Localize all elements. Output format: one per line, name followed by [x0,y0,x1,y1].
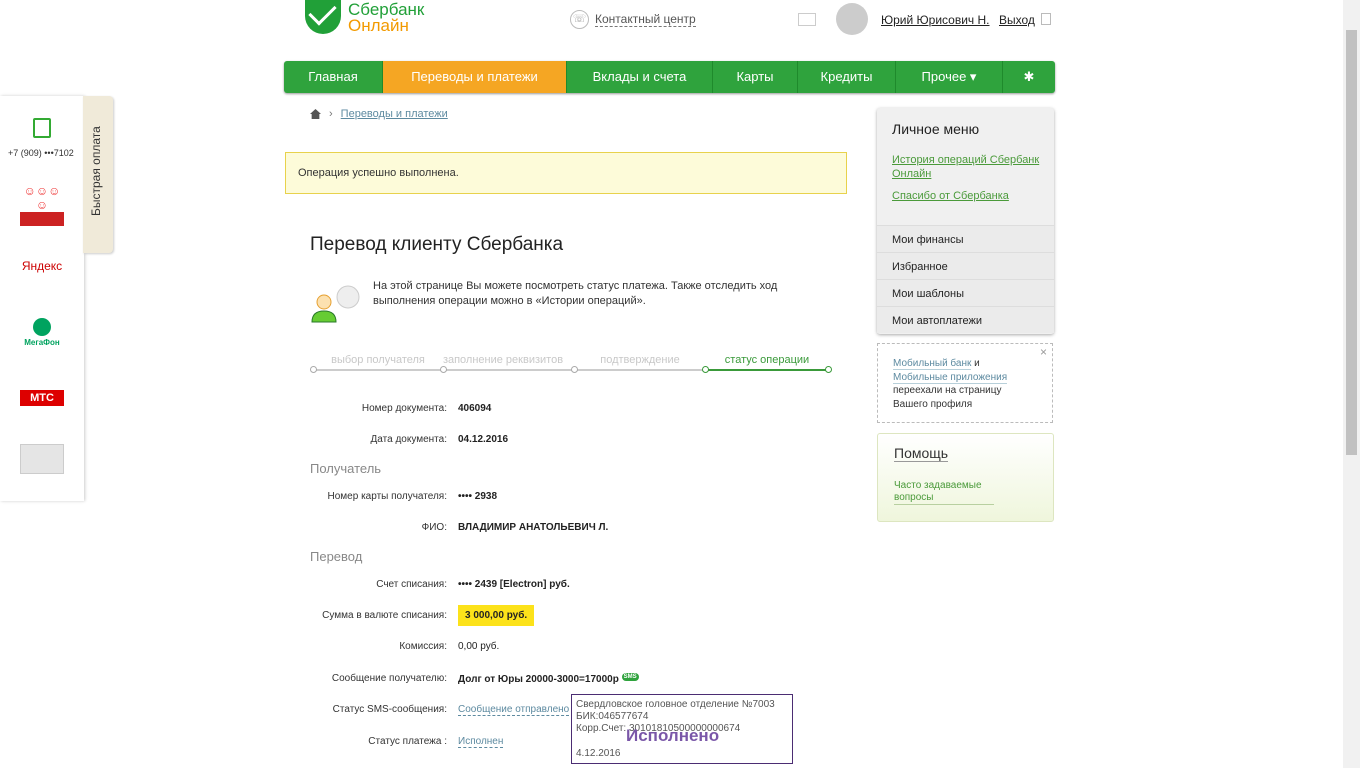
payment-status-link[interactable]: Исполнен [458,736,504,748]
home-icon[interactable] [310,109,321,119]
menu-my-finances[interactable]: Мои финансы [877,225,1054,252]
megafon-icon[interactable]: МегаФон [20,318,64,347]
nav-cards[interactable]: Карты [713,61,798,93]
page-hint: На этой странице Вы можете посмотреть ст… [373,280,778,307]
nav-home[interactable]: Главная [284,61,383,93]
bank-stamp: Свердловское головное отделение №7003 БИК… [571,694,793,764]
nav-transfers[interactable]: Переводы и платежи [383,61,567,93]
personal-menu-title: Личное меню [892,121,980,137]
logout-icon[interactable] [1041,13,1051,25]
nav-other[interactable]: Прочее ▾ [896,61,1003,93]
quick-pay-tab[interactable]: Быстрая оплата [83,96,113,253]
step-4: статус операции [724,354,810,366]
chevron-right-icon: › [329,108,333,120]
success-message: Операция успешно выполнена. [285,152,847,194]
charity-icon[interactable]: ☺☺☺☺ [20,184,64,226]
mobile-notice: × Мобильный банк и Мобильные приложения … [877,343,1053,423]
page-title: Перевод клиенту Сбербанка [310,234,564,255]
history-link[interactable]: История операций Сбербанк Онлайн [892,153,1047,181]
logo-text-2[interactable]: Онлайн [348,16,409,36]
step-2: заполнение реквизитов [442,354,564,366]
phone-icon: ☏ [570,10,589,29]
sberbank-logo-icon[interactable] [305,0,341,34]
avatar[interactable] [836,3,868,35]
spasibo-link[interactable]: Спасибо от Сбербанка [892,189,1009,203]
card-icon[interactable] [20,444,64,474]
logout-link[interactable]: Выход [999,13,1035,27]
phone-payment[interactable] [20,118,64,138]
settings-gear-icon[interactable]: ✱ [1003,61,1055,93]
help-title: Помощь [894,445,949,462]
nav-credits[interactable]: Кредиты [798,61,896,93]
phone-number[interactable]: +7 (909) •••7102 [8,148,74,158]
transfer-section: Перевод [310,549,363,564]
scrollbar[interactable] [1343,0,1360,768]
breadcrumb-transfers[interactable]: Переводы и платежи [341,108,448,120]
sms-icon: SMS [621,673,639,681]
sms-status-link[interactable]: Сообщение отправлено [458,704,570,716]
breadcrumb: › Переводы и платежи [310,108,448,120]
recipient-section: Получатель [310,461,382,476]
mobile-apps-link[interactable]: Мобильные приложения [893,371,1008,384]
user-name-link[interactable]: Юрий Юрисович Н. [881,13,990,27]
mail-icon[interactable] [798,13,816,26]
user-check-icon [311,285,360,323]
faq-link[interactable]: Часто задаваемые вопросы [894,480,994,505]
contact-center-label: Контактный центр [595,12,696,27]
menu-templates[interactable]: Мои шаблоны [877,279,1054,306]
help-box: Помощь Часто задаваемые вопросы [877,433,1054,522]
mts-icon[interactable]: МТС [20,390,64,406]
main-nav: Главная Переводы и платежи Вклады и счет… [284,61,1055,93]
contact-center-link[interactable]: ☏ Контактный центр [570,10,696,29]
yandex-icon[interactable]: Яндекс [20,259,64,273]
menu-autopayments[interactable]: Мои автоплатежи [877,306,1054,333]
quick-pay-panel: +7 (909) •••7102 ☺☺☺☺ Яндекс МегаФон МТС [0,96,84,501]
mobile-bank-link[interactable]: Мобильный банк [893,358,972,370]
personal-menu: Личное меню История операций Сбербанк Он… [877,108,1054,334]
close-icon[interactable]: × [1040,345,1047,360]
progress-steps: выбор получателя заполнение реквизитов п… [310,354,832,376]
menu-favorites[interactable]: Избранное [877,252,1054,279]
nav-deposits[interactable]: Вклады и счета [567,61,713,93]
